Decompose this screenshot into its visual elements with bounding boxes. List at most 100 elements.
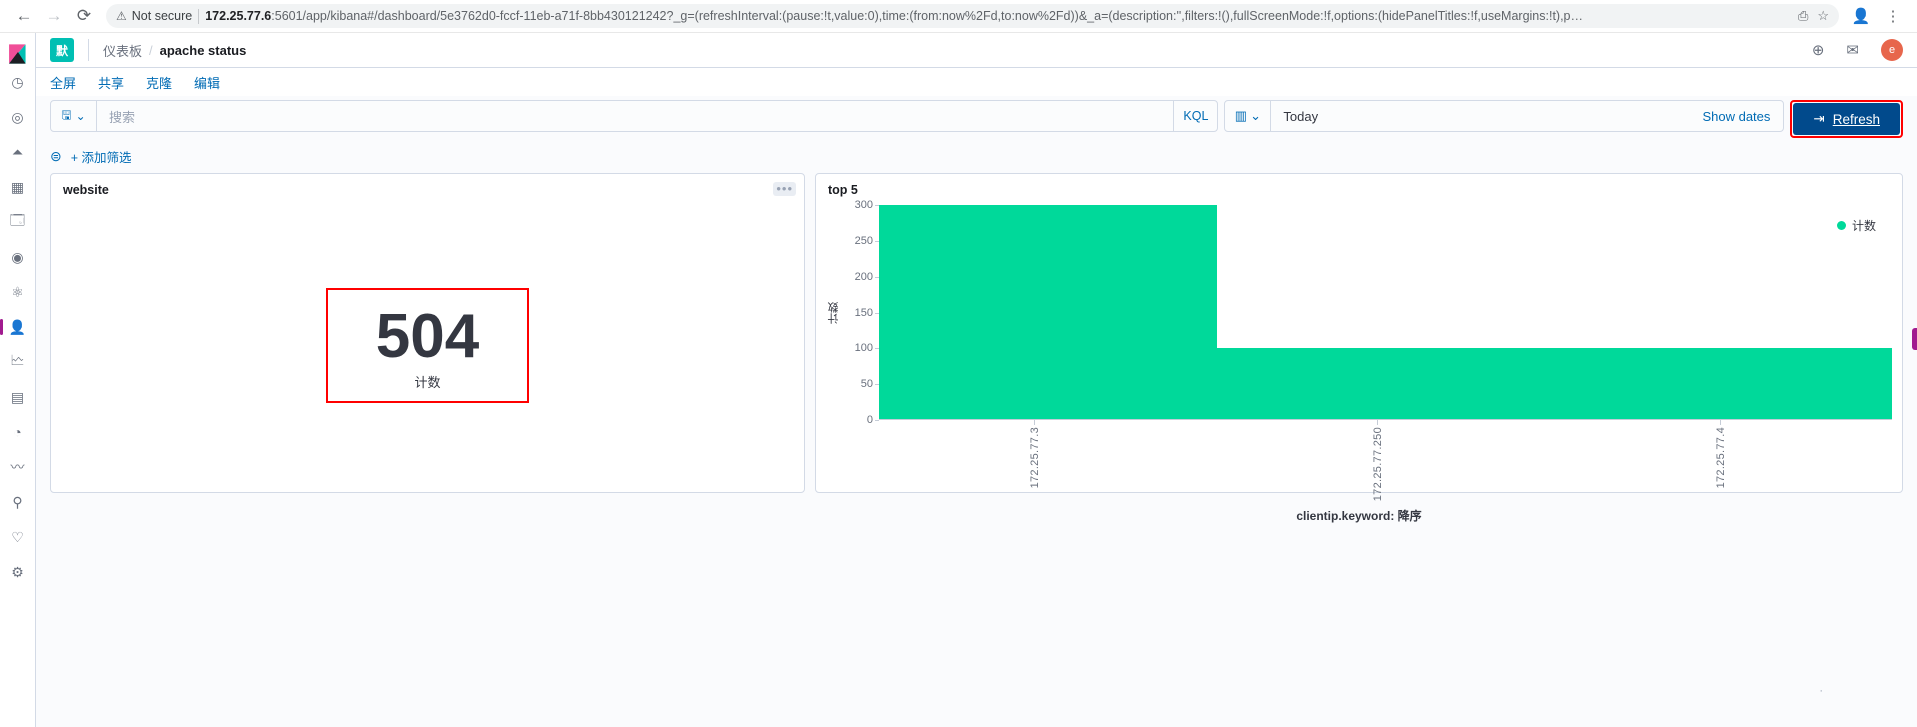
globe-icon[interactable]: ⊕ <box>1812 41 1825 59</box>
side-drawer-handle[interactable] <box>1912 328 1917 350</box>
sidebar-item-canvas[interactable]: 🗔 <box>7 211 29 233</box>
bars-container <box>879 205 1893 420</box>
metric-value: 504 <box>375 302 480 372</box>
refresh-icon: ⇥ <box>1813 111 1825 126</box>
refresh-highlight: ⇥ Refresh <box>1790 100 1903 138</box>
sidebar-item-monitoring[interactable]: ♡ <box>7 526 29 548</box>
share-link[interactable]: 共享 <box>98 73 124 92</box>
global-nav-sidebar: ◷ ◎ ⏶ ▦ 🗔 ◉ ⚛ 👤 🗠 ▤ ◔ 〰 ⚲ ♡ ⚙ <box>0 33 36 727</box>
panel-context-menu-icon[interactable]: ••• <box>773 182 796 196</box>
kibana-app: ◷ ◎ ⏶ ▦ 🗔 ◉ ⚛ 👤 🗠 ▤ ◔ 〰 ⚲ ♡ ⚙ 默 仪表板 / ap… <box>0 33 1917 727</box>
breadcrumb-dashboards[interactable]: 仪表板 <box>103 41 142 60</box>
y-tick-label: 100 <box>854 342 880 355</box>
back-button[interactable]: ← <box>10 2 38 30</box>
chart-plot-area: 计数 300 250 200 150 100 50 0 <box>826 199 1893 426</box>
panel-website: website ••• 504 计数 <box>50 173 805 493</box>
query-bar: 🖫 ⌄ 搜索 KQL <box>50 100 1219 132</box>
translate-icon[interactable]: ⎙ <box>1798 8 1808 24</box>
page-marker: · <box>1819 685 1823 697</box>
avatar[interactable]: e <box>1881 39 1903 61</box>
bar-slot <box>1554 205 1893 419</box>
kibana-logo[interactable] <box>7 43 29 65</box>
not-secure-label: Not secure <box>131 9 193 23</box>
reload-button[interactable]: ⟳ <box>70 2 98 30</box>
y-tick-label: 0 <box>866 414 880 426</box>
panel-title: top 5 <box>828 183 858 197</box>
filter-row: ⊜ + 添加筛选 <box>36 138 1917 173</box>
bar[interactable] <box>1216 347 1555 419</box>
metric-label: 计数 <box>414 374 441 390</box>
panel-grid: website ••• 504 计数 top 5 计数 计数 300 250 2… <box>36 173 1917 523</box>
breadcrumb-separator: / <box>149 42 153 58</box>
y-tick-label: 250 <box>854 234 880 247</box>
y-tick-label: 300 <box>854 199 880 211</box>
saved-query-button[interactable]: 🖫 ⌄ <box>51 101 97 131</box>
url-text[interactable]: 172.25.77.6:5601/app/kibana#/dashboard/5… <box>205 9 1786 23</box>
sidebar-item-machine-learning[interactable]: ⚛ <box>7 281 29 303</box>
y-tick-label: 200 <box>854 270 880 283</box>
forward-button[interactable]: → <box>40 2 68 30</box>
bar[interactable] <box>879 205 1217 419</box>
x-tick-label: 172.25.77.250 <box>1371 427 1384 502</box>
sidebar-item-management[interactable]: ⚙ <box>7 561 29 583</box>
main-content: 默 仪表板 / apache status ⊕ ✉ e 全屏 共享 克隆 编辑 <box>36 33 1917 727</box>
x-tick: 172.25.77.4 <box>1549 420 1892 501</box>
x-axis-title: clientip.keyword: 降序 <box>1296 509 1422 524</box>
bar-chart: 计数 计数 300 250 200 150 100 50 0 172.25.77… <box>816 199 1902 528</box>
x-tick-mark <box>1034 420 1035 425</box>
bookmark-star-icon[interactable]: ☆ <box>1817 8 1829 24</box>
header-divider <box>88 39 89 61</box>
site-security-status[interactable]: ⚠ Not secure <box>116 9 192 23</box>
sidebar-item-visualize[interactable]: ⏶ <box>7 141 29 163</box>
y-tick-label: 50 <box>860 378 880 391</box>
warning-icon: ⚠ <box>116 9 127 23</box>
metric-highlight: 504 计数 <box>325 288 530 403</box>
kql-language-button[interactable]: KQL <box>1173 101 1217 131</box>
sidebar-item-maps[interactable]: ◉ <box>7 246 29 268</box>
x-tick: 172.25.77.3 <box>863 420 1206 501</box>
kibana-header: 默 仪表板 / apache status ⊕ ✉ e <box>36 33 1917 68</box>
clone-link[interactable]: 克隆 <box>146 73 172 92</box>
sidebar-item-infrastructure[interactable]: 👤 <box>0 316 29 338</box>
address-bar[interactable]: ⚠ Not secure 172.25.77.6:5601/app/kibana… <box>106 4 1839 28</box>
url-host: 172.25.77.6 <box>205 9 272 23</box>
show-dates-button[interactable]: Show dates <box>1689 101 1783 131</box>
profile-icon[interactable]: 👤 <box>1847 2 1875 30</box>
y-axis-title: 计数 <box>828 301 840 324</box>
breadcrumb-current: apache status <box>159 42 247 58</box>
sidebar-item-dashboard[interactable]: ▦ <box>7 176 29 198</box>
chevron-down-icon: ⌄ <box>75 109 86 123</box>
date-quick-select-button[interactable]: ▥ ⌄ <box>1225 101 1272 131</box>
x-tick-mark <box>1377 420 1378 425</box>
date-range-value[interactable]: Today <box>1271 101 1330 131</box>
fullscreen-link[interactable]: 全屏 <box>50 73 76 92</box>
sidebar-item-siem[interactable]: 〰 <box>7 456 29 478</box>
refresh-button[interactable]: ⇥ Refresh <box>1793 103 1900 135</box>
browser-toolbar: ← → ⟳ ⚠ Not secure 172.25.77.6:5601/app/… <box>0 0 1917 33</box>
panel-title: website <box>63 183 109 197</box>
url-path: :5601/app/kibana#/dashboard/5e3762d0-fcc… <box>271 9 1584 23</box>
sidebar-item-recent[interactable]: ◷ <box>7 71 29 93</box>
x-tick-label: 172.25.77.3 <box>1028 427 1041 489</box>
space-badge[interactable]: 默 <box>50 38 74 62</box>
filter-icon[interactable]: ⊜ <box>50 148 62 165</box>
panel-top-5: top 5 计数 计数 300 250 200 150 100 50 0 172… <box>815 173 1903 523</box>
bar[interactable] <box>1554 347 1893 419</box>
mail-icon[interactable]: ✉ <box>1846 41 1859 59</box>
add-filter-button[interactable]: + 添加筛选 <box>71 147 132 166</box>
sidebar-item-uptime[interactable]: ◔ <box>7 421 29 443</box>
bar-slot <box>879 205 1217 419</box>
sidebar-item-apm[interactable]: ▤ <box>7 386 29 408</box>
sidebar-item-logs[interactable]: 🗠 <box>7 351 29 373</box>
chrome-menu-icon[interactable]: ⋮ <box>1879 2 1907 30</box>
sidebar-item-dev-tools[interactable]: ⚲ <box>7 491 29 513</box>
dashboard-area: 全屏 共享 克隆 编辑 🖫 ⌄ 搜索 KQL ▥ ⌄ Today Show da… <box>36 68 1917 727</box>
sidebar-item-discover[interactable]: ◎ <box>7 106 29 128</box>
refresh-button-label: Refresh <box>1832 111 1880 127</box>
date-picker-bar: ▥ ⌄ Today Show dates <box>1224 100 1785 132</box>
x-tick-mark <box>1720 420 1721 425</box>
metric-visualization: 504 计数 <box>51 199 804 492</box>
x-tick: 172.25.77.250 <box>1206 420 1549 501</box>
edit-link[interactable]: 编辑 <box>194 73 220 92</box>
search-input[interactable]: 搜索 <box>97 101 1173 131</box>
